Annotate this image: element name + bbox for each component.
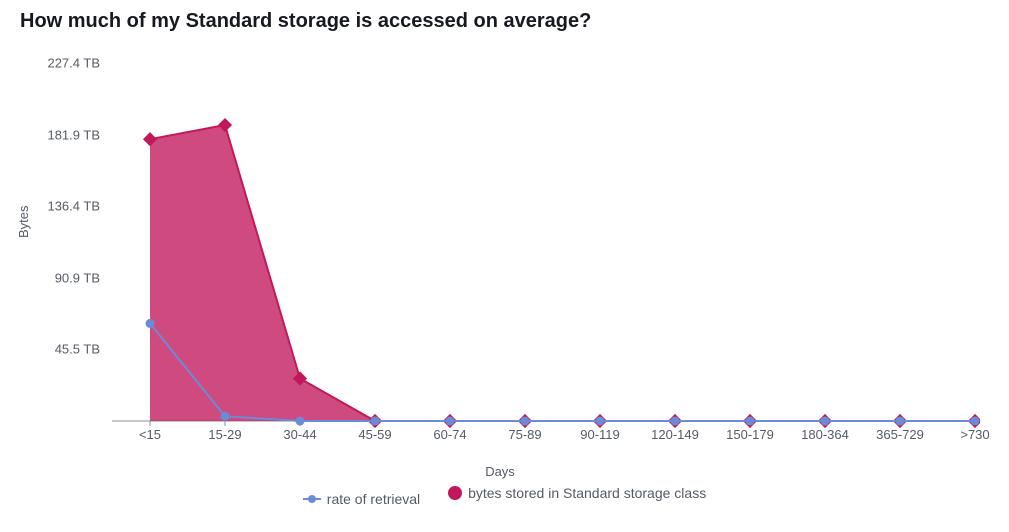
line-marker-icon — [303, 498, 321, 500]
chart-plot: Bytes 227.4 TB 181.9 TB 136.4 TB 90.9 TB… — [20, 43, 980, 483]
legend: rate of retrieval bytes stored in Standa… — [20, 485, 989, 507]
legend-label: rate of retrieval — [327, 491, 420, 507]
dot-marker-icon — [448, 486, 462, 500]
chart-title: How much of my Standard storage is acces… — [20, 10, 989, 33]
plot-svg — [20, 43, 980, 473]
legend-label: bytes stored in Standard storage class — [468, 485, 706, 501]
legend-item-bytes: bytes stored in Standard storage class — [448, 485, 706, 501]
legend-item-retrieval: rate of retrieval — [303, 491, 420, 507]
x-axis-label: Days — [485, 464, 515, 479]
